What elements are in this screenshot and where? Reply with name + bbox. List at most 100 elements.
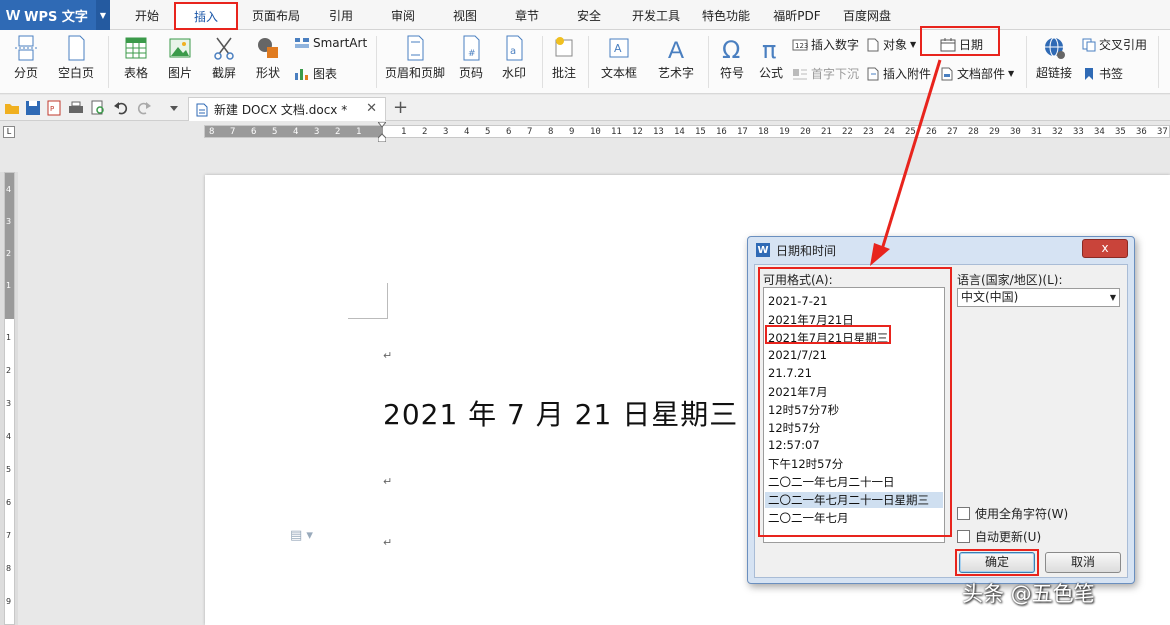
ruler-number: 6 — [251, 127, 256, 137]
doc-parts-button[interactable]: 文档部件▼ — [940, 65, 1014, 82]
svg-text:a: a — [510, 46, 516, 57]
ruler-number: 17 — [737, 127, 748, 137]
tab-baidu-netdisk[interactable]: 百度网盘 — [836, 0, 898, 30]
table-icon — [123, 34, 149, 62]
inserted-date-text[interactable]: 2021 年 7 月 21 日星期三 — [383, 393, 738, 433]
tab-special[interactable]: 特色功能 — [696, 0, 756, 30]
shape-button[interactable]: 形状 — [248, 34, 288, 81]
save-icon[interactable] — [25, 100, 41, 116]
export-pdf-icon[interactable]: P — [46, 100, 62, 116]
ruler-number: 29 — [989, 127, 1000, 137]
page-number-button[interactable]: # 页码 — [450, 34, 492, 81]
dialog-title-bar[interactable]: W 日期和时间 — [748, 237, 1134, 263]
insert-attachment-button[interactable]: 插入附件 — [866, 65, 931, 82]
comment-button[interactable]: 批注 — [546, 34, 582, 81]
tab-references[interactable]: 引用 — [318, 0, 364, 30]
tab-view[interactable]: 视图 — [442, 0, 488, 30]
new-tab-icon[interactable]: + — [393, 97, 408, 118]
ribbon-separator — [542, 36, 543, 88]
horizontal-ruler[interactable]: L 87654321123456789101112131415161718192… — [0, 122, 1170, 140]
wordart-icon: A — [663, 34, 689, 62]
watermark-icon: a — [501, 34, 527, 62]
tab-review[interactable]: 审阅 — [380, 0, 426, 30]
table-button[interactable]: 表格 — [116, 34, 156, 81]
tab-foxit-pdf[interactable]: 福昕PDF — [766, 0, 828, 30]
chevron-down-icon[interactable] — [166, 100, 182, 116]
paragraph-mark: ↵ — [383, 475, 392, 488]
paste-options-icon[interactable]: ▤ ▾ — [290, 528, 313, 543]
ruler-number: 22 — [842, 127, 853, 137]
cross-reference-icon — [1082, 38, 1096, 52]
page-break-button[interactable]: 分页 — [6, 34, 46, 81]
tab-chapter[interactable]: 章节 — [504, 0, 550, 30]
dialog-close-button[interactable]: x — [1082, 239, 1128, 258]
wps-logo-icon: W — [756, 243, 770, 257]
picture-button[interactable]: 图片 — [160, 34, 200, 81]
ruler-number: 21 — [821, 127, 832, 137]
textbox-button[interactable]: A 文本框 — [594, 34, 644, 81]
document-tab-title: 新建 DOCX 文档.docx * — [214, 101, 347, 118]
watermark-button[interactable]: a 水印 — [494, 34, 534, 81]
ruler-number: 31 — [1031, 127, 1042, 137]
hyperlink-button[interactable]: 超链接 — [1032, 34, 1076, 81]
undo-icon[interactable] — [113, 100, 129, 116]
auto-update-checkbox[interactable]: 自动更新(U) — [957, 528, 1041, 545]
smartart-icon — [294, 36, 310, 50]
blank-page-icon — [63, 34, 89, 62]
blank-page-button[interactable]: 空白页 — [52, 34, 100, 81]
smartart-button[interactable]: SmartArt — [294, 36, 367, 50]
checkbox-box[interactable] — [957, 507, 970, 520]
redo-icon[interactable] — [136, 100, 152, 116]
tab-security[interactable]: 安全 — [566, 0, 612, 30]
ruler-number: 32 — [1052, 127, 1063, 137]
paragraph-mark: ↵ — [383, 349, 392, 362]
screenshot-button[interactable]: 截屏 — [204, 34, 244, 81]
close-tab-icon[interactable]: ✕ — [366, 101, 377, 116]
object-button[interactable]: 对象▼ — [866, 36, 916, 53]
ruler-number: 24 — [884, 127, 895, 137]
ribbon-insert: 分页 空白页 表格 图片 截屏 形状 SmartArt 图表 页眉和页脚 # — [0, 30, 1170, 94]
tab-stop-selector[interactable]: L — [3, 126, 15, 138]
wordart-button[interactable]: A 艺术字 — [650, 34, 702, 81]
symbol-button[interactable]: Ω 符号 — [712, 34, 752, 81]
bookmark-button[interactable]: 书签 — [1082, 65, 1123, 82]
ruler-number: 6 — [506, 127, 511, 137]
ruler-number: 10 — [590, 127, 601, 137]
formula-button[interactable]: π 公式 — [754, 34, 788, 81]
tab-developer[interactable]: 开发工具 — [626, 0, 686, 30]
insert-number-button[interactable]: 123 插入数字 — [792, 36, 859, 53]
fullwidth-checkbox[interactable]: 使用全角字符(W) — [957, 505, 1068, 522]
chevron-down-icon[interactable]: ▼ — [96, 0, 110, 30]
ribbon-separator — [1026, 36, 1027, 88]
page-break-icon — [13, 34, 39, 62]
ruler-number: 5 — [485, 127, 490, 137]
doc-parts-icon — [940, 67, 954, 81]
svg-text:π: π — [762, 36, 776, 62]
chosen-format-highlight-box — [765, 325, 891, 344]
paragraph-mark: ↵ — [383, 536, 392, 549]
language-select[interactable]: 中文(中国) ▼ — [957, 288, 1120, 307]
document-tab[interactable]: 新建 DOCX 文档.docx * ✕ — [188, 97, 386, 121]
vertical-ruler[interactable]: 4321123456789 — [0, 172, 18, 625]
ruler-number: 5 — [272, 127, 277, 137]
checkbox-box[interactable] — [957, 530, 970, 543]
pi-icon: π — [758, 34, 784, 62]
ruler-number: 12 — [632, 127, 643, 137]
chart-button[interactable]: 图表 — [294, 65, 337, 82]
ruler-number: 8 — [548, 127, 553, 137]
ruler-number: 20 — [800, 127, 811, 137]
ruler-number: 23 — [863, 127, 874, 137]
cancel-button[interactable]: 取消 — [1045, 552, 1121, 573]
app-menu-button[interactable]: W WPS 文字 ▼ — [0, 0, 110, 30]
ruler-strip: 4321123456789 — [4, 172, 15, 625]
indent-marker-icon[interactable] — [378, 122, 386, 142]
fullwidth-label: 使用全角字符(W) — [975, 505, 1068, 522]
cross-reference-button[interactable]: 交叉引用 — [1082, 36, 1147, 53]
tab-home[interactable]: 开始 — [122, 0, 172, 30]
tab-insert[interactable]: 插入 — [174, 2, 238, 30]
print-preview-icon[interactable] — [90, 100, 106, 116]
header-footer-button[interactable]: 页眉和页脚 — [382, 34, 448, 81]
tab-page-layout[interactable]: 页面布局 — [246, 0, 306, 30]
print-icon[interactable] — [68, 100, 84, 116]
open-folder-icon[interactable] — [4, 100, 20, 116]
